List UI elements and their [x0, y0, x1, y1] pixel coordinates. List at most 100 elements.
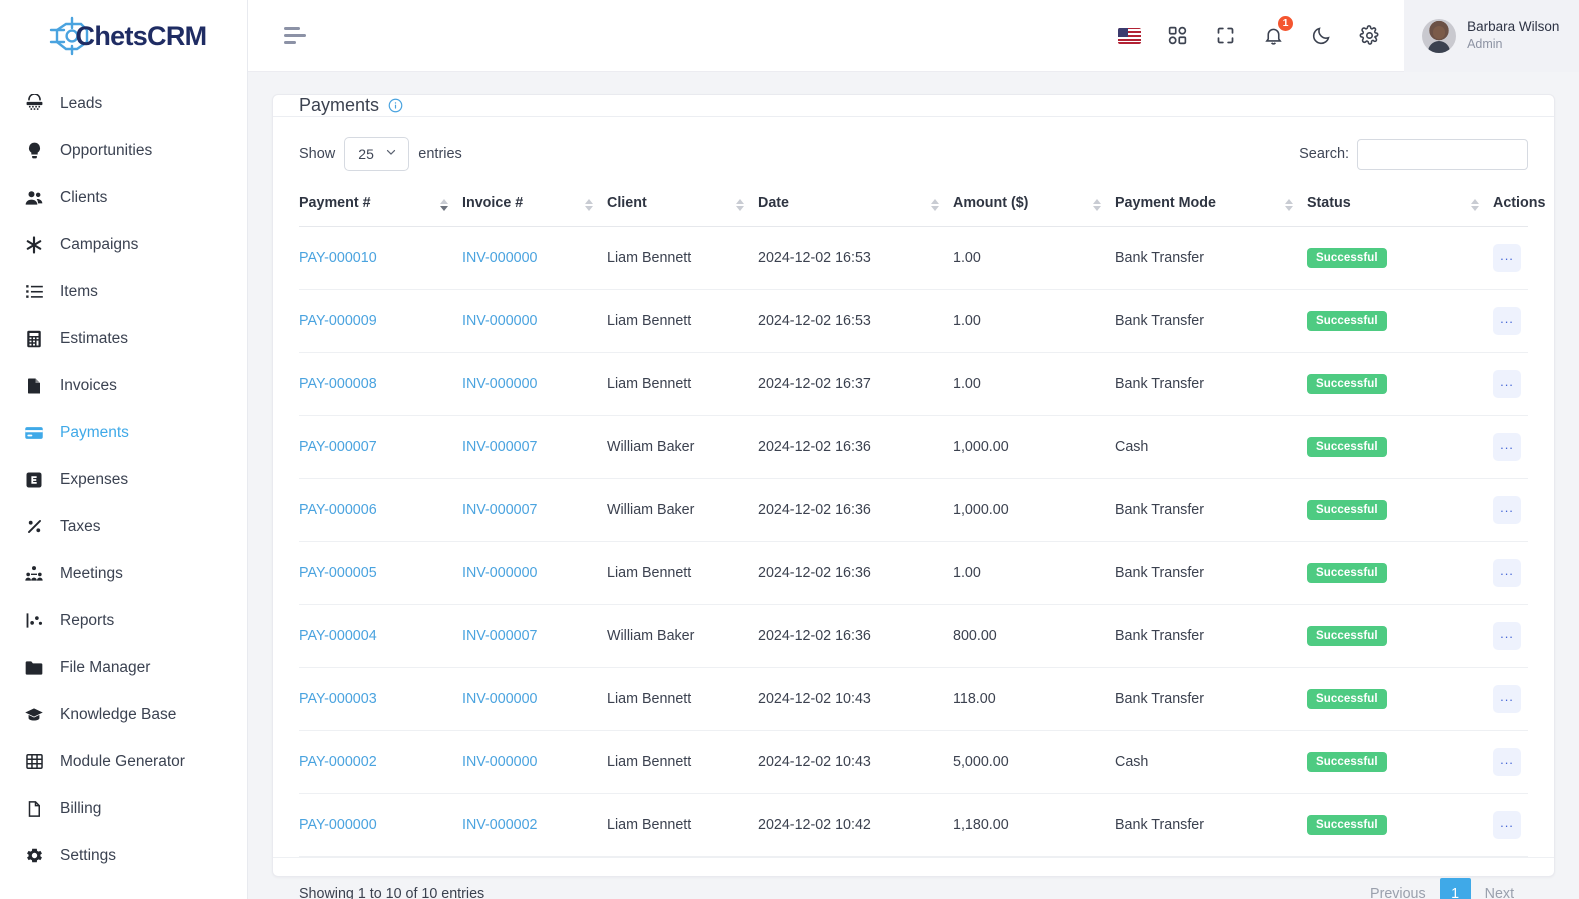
sidebar-item-settings[interactable]: Settings	[0, 832, 247, 879]
sidebar-item-label: Campaigns	[60, 235, 139, 253]
fullscreen-icon[interactable]	[1212, 23, 1238, 49]
col-label: Payment Mode	[1115, 195, 1216, 211]
avatar	[1422, 18, 1457, 53]
sidebar-item-payments[interactable]: Payments	[0, 409, 247, 456]
gear-icon	[24, 846, 44, 866]
payment-link[interactable]: PAY-000005	[299, 565, 377, 581]
app-logo-text: ChetsCRM	[75, 20, 208, 51]
sidebar-item-opportunities[interactable]: Opportunities	[0, 127, 247, 174]
moon-icon[interactable]	[1308, 23, 1334, 49]
hamburger-icon[interactable]	[284, 27, 306, 44]
payment-link[interactable]: PAY-000006	[299, 502, 377, 518]
flag-us-icon[interactable]	[1116, 23, 1142, 49]
col-header-payment[interactable]: Payment #	[299, 183, 462, 227]
cell-payment-mode: Bank Transfer	[1115, 478, 1307, 542]
invoice-link[interactable]: INV-000000	[462, 565, 538, 581]
cell-date: 2024-12-02 16:36	[758, 604, 953, 668]
col-label: Payment #	[299, 195, 371, 211]
invoice-link[interactable]: INV-000000	[462, 250, 538, 266]
cell-status: Successful	[1307, 226, 1493, 290]
invoice-link[interactable]: INV-000007	[462, 439, 538, 455]
cell-date: 2024-12-02 16:36	[758, 541, 953, 605]
cell-date: 2024-12-02 16:36	[758, 478, 953, 542]
payment-link[interactable]: PAY-000008	[299, 376, 377, 392]
user-menu[interactable]: Barbara Wilson Admin	[1404, 0, 1579, 72]
payment-link[interactable]: PAY-000004	[299, 628, 377, 644]
row-actions-button[interactable]: ...	[1493, 370, 1521, 398]
col-header-invoice[interactable]: Invoice #	[462, 183, 607, 227]
invoice-link[interactable]: INV-000000	[462, 376, 538, 392]
page-size-select[interactable]: 25	[344, 137, 410, 171]
info-circle-icon[interactable]	[388, 98, 403, 113]
pagination-previous[interactable]: Previous	[1356, 878, 1440, 899]
sidebar-item-file-manager[interactable]: File Manager	[0, 644, 247, 691]
sidebar-item-estimates[interactable]: Estimates	[0, 315, 247, 362]
invoice-link[interactable]: INV-000000	[462, 691, 538, 707]
status-badge: Successful	[1307, 248, 1387, 268]
row-actions-button[interactable]: ...	[1493, 622, 1521, 650]
sidebar-item-reports[interactable]: Reports	[0, 597, 247, 644]
cell-amount: 5,000.00	[953, 730, 1115, 794]
sidebar-item-clients[interactable]: Clients	[0, 174, 247, 221]
sidebar-item-module-generator[interactable]: Module Generator	[0, 738, 247, 785]
col-header-status[interactable]: Status	[1307, 183, 1493, 227]
pagination-page-1[interactable]: 1	[1439, 878, 1471, 899]
page-size-wrap: 25	[344, 137, 410, 171]
sidebar-item-leads[interactable]: Leads	[0, 80, 247, 127]
cell-client: Liam Bennett	[607, 730, 758, 794]
row-actions-button[interactable]: ...	[1493, 433, 1521, 461]
cell-payment: PAY-000002	[299, 730, 462, 794]
sort-arrows-icon	[585, 198, 593, 211]
search-input[interactable]	[1357, 138, 1529, 170]
cell-date: 2024-12-02 16:36	[758, 415, 953, 479]
cell-client: Liam Bennett	[607, 289, 758, 353]
payment-link[interactable]: PAY-000000	[299, 817, 377, 833]
sort-arrows-icon	[1471, 198, 1479, 211]
invoice-link[interactable]: INV-000007	[462, 628, 538, 644]
pagination-next[interactable]: Next	[1471, 878, 1528, 899]
payment-link[interactable]: PAY-000002	[299, 754, 377, 770]
cell-client: Liam Bennett	[607, 226, 758, 290]
gear-icon[interactable]	[1356, 23, 1382, 49]
table-row: PAY-000010 INV-000000 Liam Bennett 2024-12-…	[299, 226, 1529, 290]
cell-amount: 1.00	[953, 352, 1115, 416]
sidebar-item-invoices[interactable]: Invoices	[0, 362, 247, 409]
app-logo[interactable]: ChetsCRM	[0, 0, 247, 72]
sidebar-item-knowledge-base[interactable]: Knowledge Base	[0, 691, 247, 738]
sidebar-item-taxes[interactable]: Taxes	[0, 503, 247, 550]
row-actions-button[interactable]: ...	[1493, 244, 1521, 272]
sidebar-item-label: Expenses	[60, 470, 129, 488]
sort-arrows-icon	[440, 198, 448, 211]
invoice-link[interactable]: INV-000000	[462, 313, 538, 329]
payment-link[interactable]: PAY-000003	[299, 691, 377, 707]
invoice-link[interactable]: INV-000007	[462, 502, 538, 518]
col-header-payment-mode[interactable]: Payment Mode	[1115, 183, 1307, 227]
apps-grid-icon[interactable]	[1164, 23, 1190, 49]
cell-amount: 1,000.00	[953, 415, 1115, 479]
col-label: Date	[758, 195, 789, 211]
invoice-link[interactable]: INV-000000	[462, 754, 538, 770]
row-actions-button[interactable]: ...	[1493, 811, 1521, 839]
cell-client: William Baker	[607, 415, 758, 479]
col-header-amount[interactable]: Amount ($)	[953, 183, 1115, 227]
row-actions-button[interactable]: ...	[1493, 685, 1521, 713]
sidebar-item-billing[interactable]: Billing	[0, 785, 247, 832]
col-header-date[interactable]: Date	[758, 183, 953, 227]
row-actions-button[interactable]: ...	[1493, 307, 1521, 335]
sidebar-item-expenses[interactable]: Expenses	[0, 456, 247, 503]
status-badge: Successful	[1307, 437, 1387, 457]
sidebar-item-items[interactable]: Items	[0, 268, 247, 315]
sidebar-item-campaigns[interactable]: Campaigns	[0, 221, 247, 268]
payment-link[interactable]: PAY-000009	[299, 313, 377, 329]
payment-link[interactable]: PAY-000007	[299, 439, 377, 455]
row-actions-button[interactable]: ...	[1493, 748, 1521, 776]
sidebar-item-meetings[interactable]: Meetings	[0, 550, 247, 597]
table-row: PAY-000005 INV-000000 Liam Bennett 2024-12-…	[299, 541, 1529, 605]
row-actions-button[interactable]: ...	[1493, 496, 1521, 524]
invoice-link[interactable]: INV-000002	[462, 817, 538, 833]
col-header-client[interactable]: Client	[607, 183, 758, 227]
payment-link[interactable]: PAY-000010	[299, 250, 377, 266]
table-container: Payment # Invoice # Client Date Amount (…	[273, 183, 1554, 857]
bell-icon[interactable]: 1	[1260, 14, 1295, 49]
row-actions-button[interactable]: ...	[1493, 559, 1521, 587]
